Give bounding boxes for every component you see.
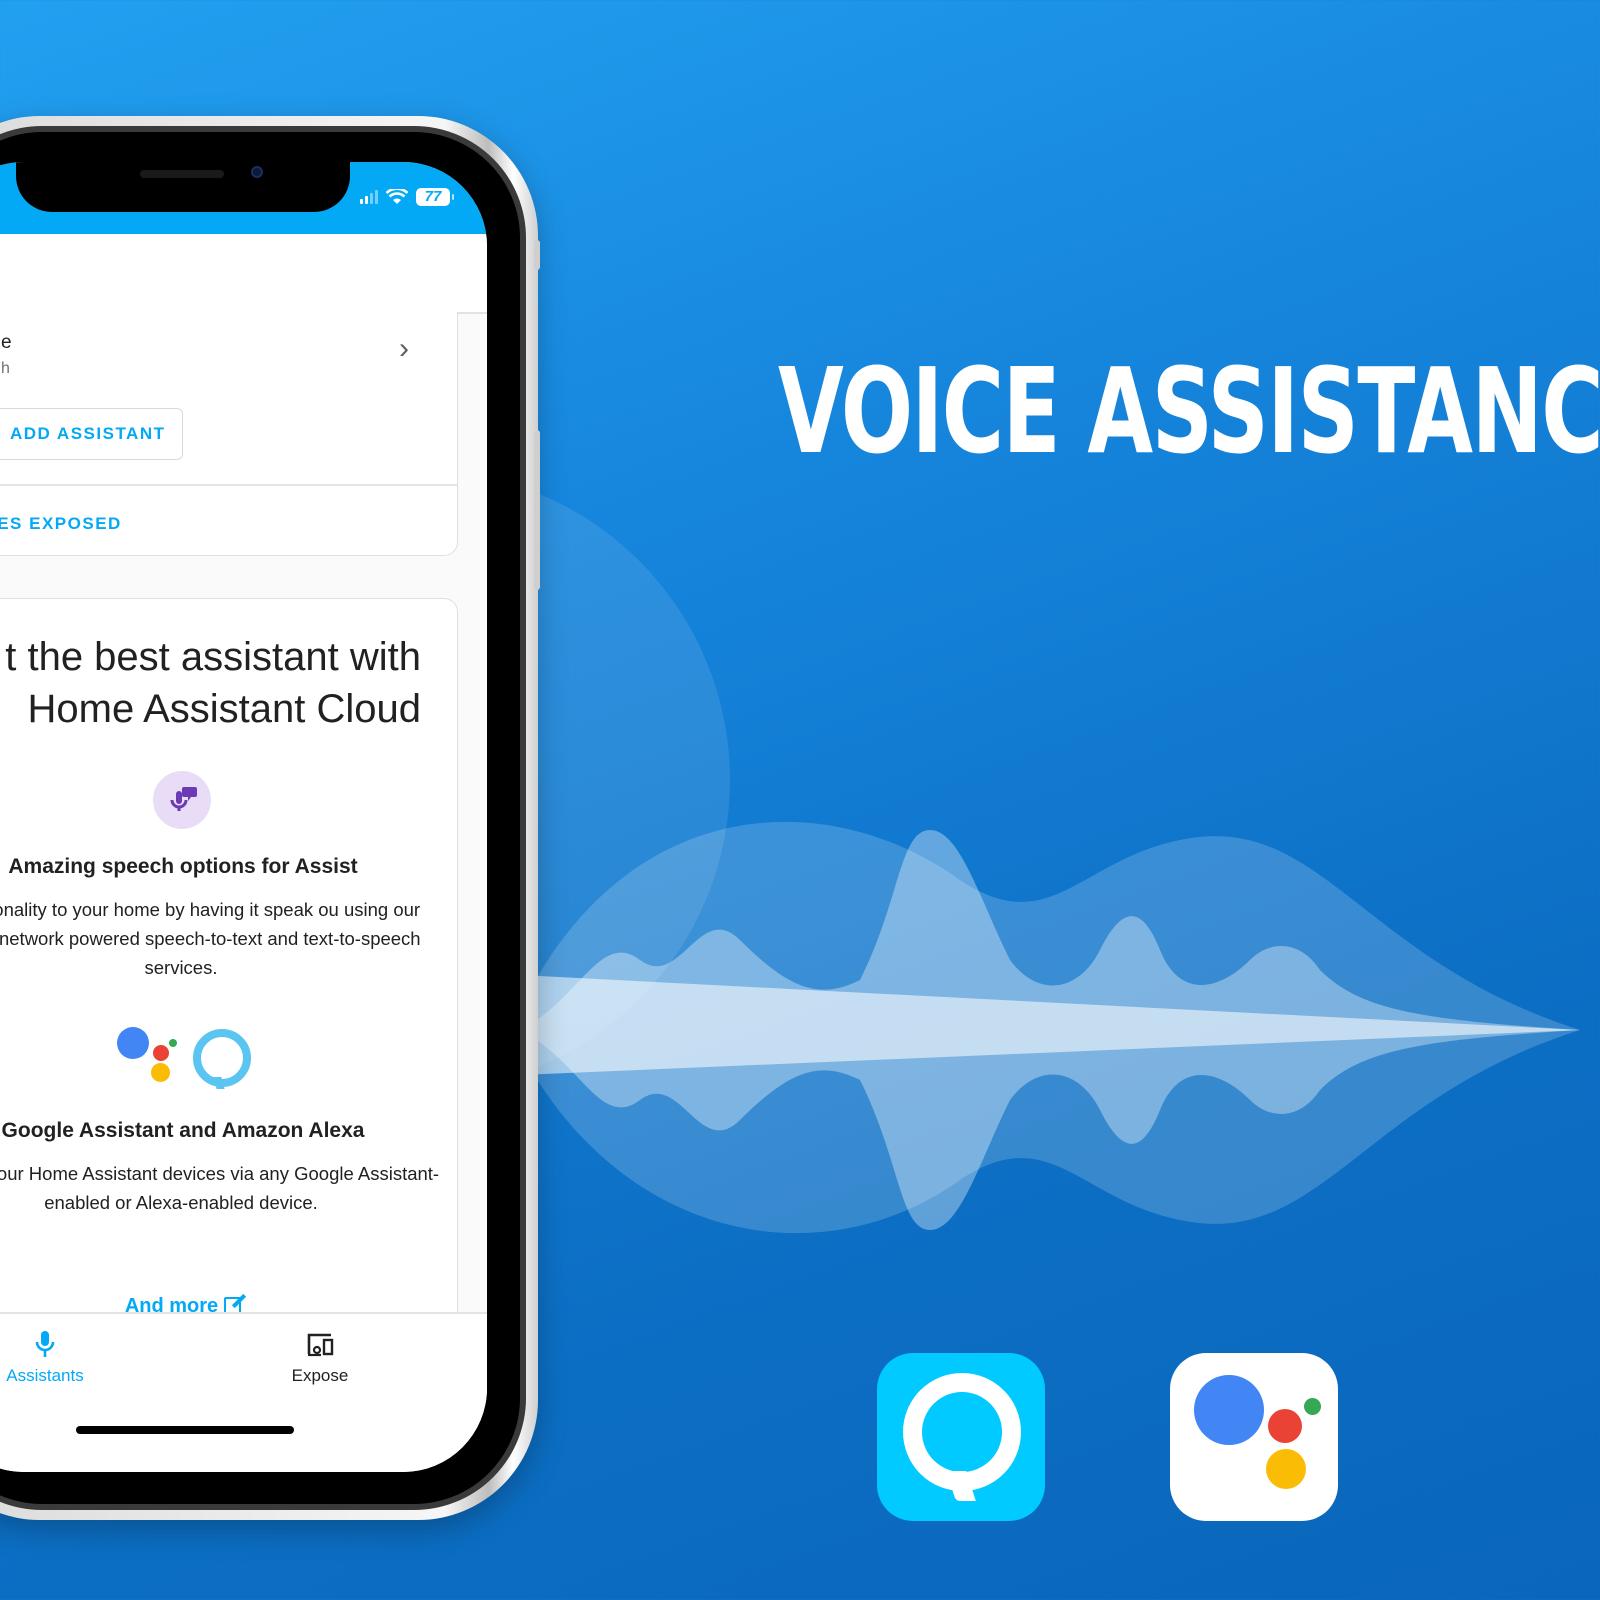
- google-assistant-app-icon: [1170, 1353, 1338, 1521]
- google-blue-dot-icon: [117, 1027, 149, 1059]
- assistant-row-title[interactable]: e: [1, 332, 12, 354]
- add-assistant-button[interactable]: ADD ASSISTANT: [0, 408, 183, 460]
- google-assistant-alexa-logos: [117, 1027, 257, 1091]
- google-yellow-dot-icon: [151, 1063, 170, 1082]
- assistants-card: e h › ADD ASSISTANT TITIES EXPOSED: [0, 312, 458, 556]
- battery-indicator: 77: [416, 188, 454, 206]
- cloud-promo-card: t the best assistant with Home Assistant…: [0, 598, 458, 1338]
- phone-side-button: [534, 240, 540, 270]
- front-camera: [251, 166, 263, 178]
- top-app-bar: [0, 234, 487, 314]
- microphone-message-icon: [153, 771, 211, 829]
- promo-title: t the best assistant with Home Assistant…: [5, 635, 421, 731]
- google-red-dot-icon: [153, 1045, 169, 1061]
- nav-label-expose: Expose: [291, 1366, 349, 1385]
- cellular-signal-icon: [360, 190, 378, 204]
- feature-text: ntrol all your Home Assistant devices vi…: [0, 1163, 440, 1213]
- status-bar: 77: [0, 162, 487, 234]
- feature-heading: Google Assistant and Amazon Alexa: [1, 1119, 365, 1142]
- google-green-dot-icon: [169, 1039, 177, 1047]
- chevron-right-icon[interactable]: ›: [399, 334, 409, 364]
- entities-exposed-link[interactable]: TITIES EXPOSED: [0, 514, 122, 534]
- wifi-icon: [386, 189, 408, 204]
- headline: VOICE ASSISTANCE: [778, 342, 1600, 480]
- feature-text: g personality to your home by having it …: [0, 899, 421, 978]
- feature-heading: Amazing speech options for Assist: [8, 855, 358, 878]
- notch: [16, 162, 350, 212]
- google-yellow-dot-icon: [1266, 1449, 1306, 1489]
- speaker-grille: [140, 170, 224, 178]
- nav-tab-assistants[interactable]: Assistants: [0, 1330, 135, 1386]
- bottom-navigation: Assistants Expose: [0, 1312, 487, 1472]
- nav-tab-expose[interactable]: Expose: [230, 1330, 410, 1386]
- status-icons: 77: [360, 188, 454, 206]
- google-green-dot-icon: [1304, 1398, 1321, 1415]
- home-indicator[interactable]: [76, 1426, 294, 1434]
- google-blue-dot-icon: [1194, 1375, 1264, 1445]
- nav-label-assistants: Assistants: [6, 1366, 84, 1385]
- alexa-app-icon: [877, 1353, 1045, 1521]
- phone-side-button: [534, 430, 540, 590]
- assistant-row-subtitle: h: [1, 360, 10, 377]
- devices-icon: [307, 1333, 334, 1357]
- microphone-icon: [35, 1331, 55, 1357]
- card-divider: [0, 484, 457, 486]
- google-red-dot-icon: [1268, 1409, 1302, 1443]
- phone-screen: 77 e h › ADD ASSISTANT TITIES EXPOSED t …: [0, 162, 487, 1472]
